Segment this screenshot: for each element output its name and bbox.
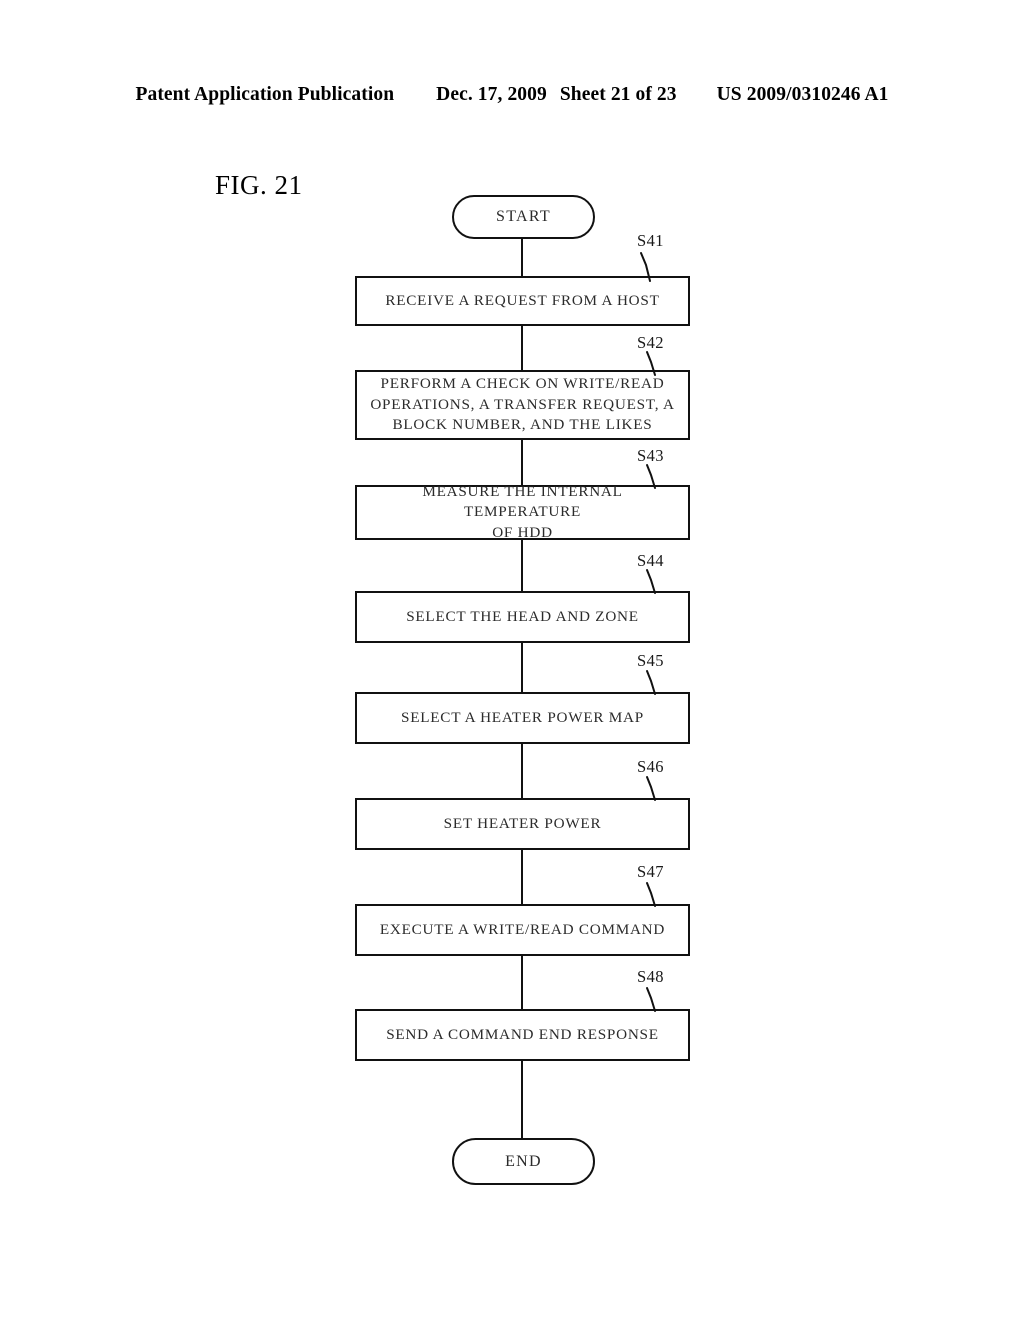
process-box-s42: PERFORM A CHECK ON WRITE/READ OPERATIONS… xyxy=(355,370,690,440)
connector-start-to-s41 xyxy=(521,239,524,276)
step-label-s44: S44 xyxy=(637,551,664,570)
process-box-s48-text: SEND A COMMAND END RESPONSE xyxy=(386,1025,659,1043)
step-label-s46: S46 xyxy=(637,757,664,776)
process-box-s44: SELECT THE HEAD AND ZONE xyxy=(355,591,690,643)
connector-s43-to-s44 xyxy=(521,540,524,591)
process-box-s43: MEASURE THE INTERNAL TEMPERATURE OF HDD xyxy=(355,483,690,541)
connector-s48-to-end xyxy=(521,1061,524,1138)
process-box-s45-text: SELECT A HEATER POWER MAP xyxy=(401,708,644,726)
leader-line-s44 xyxy=(644,568,684,602)
leader-line-s45 xyxy=(644,669,684,703)
connector-s46-to-s47 xyxy=(521,850,524,904)
flowchart-start-node: START xyxy=(452,195,595,239)
flowchart-diagram: START RECEIVE A REQUEST FROM A HOST S41 … xyxy=(0,0,1024,1320)
process-box-s47-text: EXECUTE A WRITE/READ COMMAND xyxy=(379,920,666,938)
leader-line-s48 xyxy=(644,986,684,1020)
step-label-s45: S45 xyxy=(637,651,664,670)
process-box-s47: EXECUTE A WRITE/READ COMMAND xyxy=(355,904,690,956)
end-node-label: END xyxy=(505,1152,542,1170)
connector-s44-to-s45 xyxy=(521,643,524,692)
start-node-label: START xyxy=(496,208,551,225)
connector-s42-to-s43 xyxy=(521,440,524,485)
process-box-s45: SELECT A HEATER POWER MAP xyxy=(355,692,690,744)
step-label-s41: S41 xyxy=(637,231,664,250)
leader-line-s46 xyxy=(644,775,684,809)
connector-s45-to-s46 xyxy=(521,744,524,798)
step-label-s47: S47 xyxy=(637,862,664,881)
process-box-s42-text: PERFORM A CHECK ON WRITE/READ OPERATIONS… xyxy=(370,375,675,434)
process-box-s44-text: SELECT THE HEAD AND ZONE xyxy=(406,607,639,625)
leader-line-s43 xyxy=(644,463,684,497)
process-box-s43-text: MEASURE THE INTERNAL TEMPERATURE OF HDD xyxy=(422,482,623,541)
flowchart-end-node: END xyxy=(452,1138,595,1185)
process-box-s41: RECEIVE A REQUEST FROM A HOST xyxy=(355,276,690,326)
process-box-s41-text: RECEIVE A REQUEST FROM A HOST xyxy=(385,291,660,309)
step-label-s42: S42 xyxy=(637,333,664,352)
process-box-s46: SET HEATER POWER xyxy=(355,798,690,850)
leader-line-s41 xyxy=(637,248,677,282)
connector-s41-to-s42 xyxy=(521,326,524,370)
leader-line-s42 xyxy=(644,350,684,384)
process-box-s46-text: SET HEATER POWER xyxy=(443,814,602,832)
leader-line-s47 xyxy=(644,881,684,915)
connector-s47-to-s48 xyxy=(521,956,524,1009)
step-label-s48: S48 xyxy=(637,967,664,986)
process-box-s48: SEND A COMMAND END RESPONSE xyxy=(355,1009,690,1061)
step-label-s43: S43 xyxy=(637,446,664,465)
